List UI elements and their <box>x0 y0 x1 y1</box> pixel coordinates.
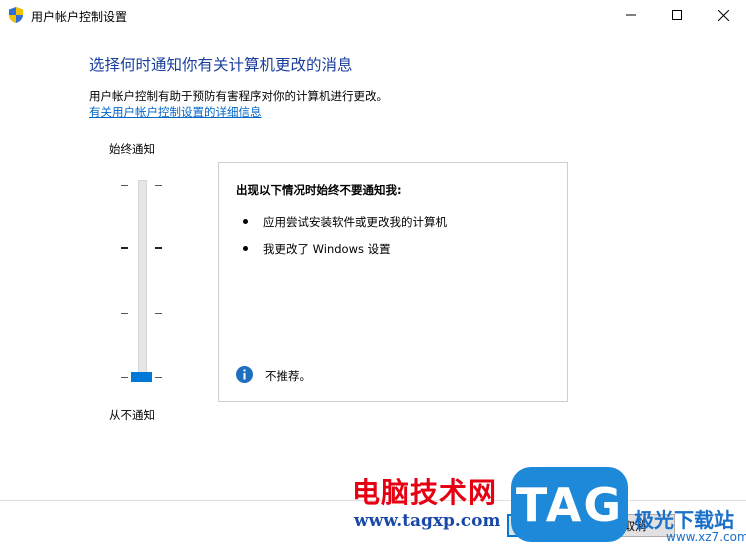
box-title: 出现以下情况时始终不要通知我: <box>236 183 402 197</box>
window-title: 用户帐户控制设置 <box>31 10 128 24</box>
bullet-dot <box>243 219 248 224</box>
slider-tick <box>121 313 128 314</box>
slider-tick <box>121 247 128 249</box>
watermark-logo-text: TAG <box>515 477 624 532</box>
slider-top-label: 始终通知 <box>109 142 155 156</box>
slider-tick <box>155 185 162 186</box>
maximize-icon <box>672 10 682 20</box>
slider-tick <box>155 247 162 249</box>
footer-separator <box>0 500 746 501</box>
watermark-logo: TAG <box>511 467 628 542</box>
help-link[interactable]: 有关用户帐户控制设置的详细信息 <box>89 104 262 120</box>
level-description-box: 出现以下情况时始终不要通知我: 应用尝试安装软件或更改我的计算机 我更改了 Wi… <box>218 162 568 402</box>
title-bar: 用户帐户控制设置 <box>0 0 746 30</box>
slider-tick <box>121 185 128 186</box>
watermark-site-url: www.xz7.com <box>666 530 746 544</box>
page-description: 用户帐户控制有助于预防有害程序对你的计算机进行更改。 <box>89 89 388 103</box>
close-button[interactable] <box>700 0 746 30</box>
watermark-text: 电脑技术网 <box>352 476 498 509</box>
uac-shield-icon <box>9 7 23 23</box>
watermark-url: www.tagxp.com <box>354 511 501 531</box>
maximize-button[interactable] <box>654 0 700 30</box>
bullet-item: 应用尝试安装软件或更改我的计算机 <box>263 215 447 229</box>
slider-track[interactable] <box>138 180 147 381</box>
page-heading: 选择何时通知你有关计算机更改的消息 <box>89 56 353 74</box>
info-icon <box>236 366 253 383</box>
slider-tick <box>155 377 162 378</box>
bullet-item: 我更改了 Windows 设置 <box>263 242 391 256</box>
recommendation-note: 不推荐。 <box>265 369 311 383</box>
bullet-dot <box>243 246 248 251</box>
slider-tick <box>121 377 128 378</box>
close-icon <box>717 9 729 21</box>
slider-bottom-label: 从不通知 <box>109 408 155 422</box>
slider-tick <box>155 313 162 314</box>
slider-thumb[interactable] <box>131 372 152 382</box>
minimize-button[interactable] <box>608 0 654 30</box>
minimize-icon <box>626 14 636 16</box>
